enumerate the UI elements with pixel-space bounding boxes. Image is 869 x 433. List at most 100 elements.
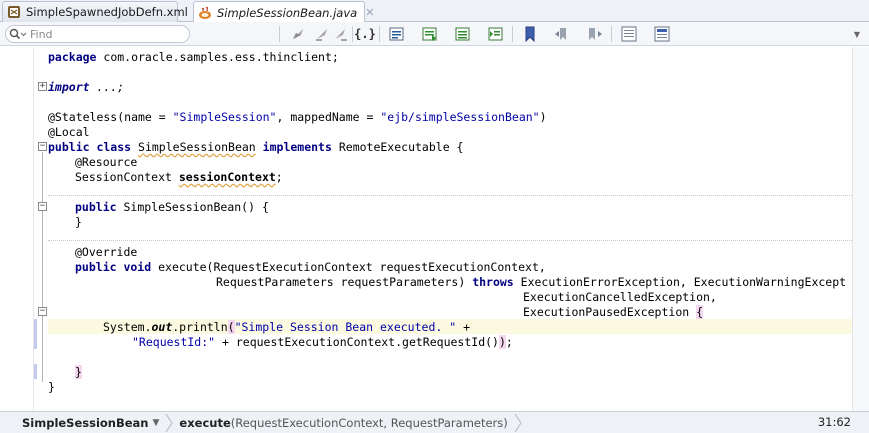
change-marker — [34, 319, 37, 349]
editor-left-margin — [0, 47, 34, 411]
code-line: SessionContext sessionContext; — [75, 170, 283, 185]
code-text: ExecutionCancelledException, — [523, 290, 717, 304]
java-file-icon — [198, 6, 212, 20]
code-text: RemoteExecutable { — [331, 140, 464, 154]
code-text: + — [456, 320, 470, 334]
annotation: @Override — [75, 245, 138, 259]
keyword: public — [75, 200, 117, 214]
code-text: ; — [505, 335, 513, 349]
toggle-line-numbers-icon[interactable] — [619, 25, 639, 43]
keyword: implements — [262, 140, 332, 154]
code-text: } — [48, 380, 55, 394]
add-javadoc-icon[interactable] — [453, 25, 473, 43]
editor-status-bar: SimpleSessionBean ▼ execute (RequestExecu… — [0, 411, 869, 433]
code-line: @Override — [75, 245, 137, 260]
dropdown-arrow-icon[interactable]: ▼ — [850, 25, 864, 43]
code-text: SimpleSessionBean() { — [116, 200, 269, 214]
keyword: public void — [75, 260, 152, 274]
cursor-position: 31:62 — [817, 415, 851, 429]
toggle-comment-icon[interactable] — [387, 25, 407, 43]
search-icon[interactable] — [6, 26, 30, 42]
chevron-down-icon[interactable]: ▼ — [153, 418, 160, 428]
toolbar-separator — [379, 26, 380, 42]
code-text: com.oracle.samples.ess.thinclient; — [96, 50, 339, 64]
editor-toolbar: {.} ▼ — [0, 22, 869, 46]
show-overview-icon[interactable] — [652, 25, 672, 43]
breadcrumb-separator — [165, 413, 175, 432]
code-line: package com.oracle.samples.ess.thinclien… — [48, 50, 339, 65]
xml-file-icon — [7, 5, 21, 19]
next-breakpoint-icon[interactable] — [330, 25, 350, 43]
code-text: ...; — [89, 80, 125, 94]
code-text: , mappedName = — [276, 110, 381, 124]
reformat-code-icon[interactable]: {.} — [354, 25, 376, 43]
matched-brace: } — [75, 365, 82, 379]
indent-icon[interactable] — [486, 25, 506, 43]
previous-breakpoint-icon[interactable] — [312, 25, 332, 43]
toolbar-separator — [512, 26, 513, 42]
tab-simple-session-bean[interactable]: SimpleSessionBean.java ✕ — [193, 1, 374, 23]
close-tab-icon[interactable]: ✕ — [365, 6, 374, 19]
code-line: RequestParameters requestParameters) thr… — [216, 275, 846, 290]
breadcrumb-class[interactable]: SimpleSessionBean ▼ — [18, 414, 165, 432]
code-text: + requestExecutionContext.getRequestId() — [215, 335, 499, 349]
keyword: throws — [472, 275, 514, 289]
toolbar-separator — [611, 26, 612, 42]
toggle-breakpoint-icon[interactable] — [288, 25, 308, 43]
tab-simple-spawned-job-defn[interactable]: SimpleSpawnedJobDefn.xml — [2, 1, 188, 22]
field-name: sessionContext — [178, 170, 276, 184]
tab-label: SimpleSessionBean.java — [217, 5, 358, 20]
code-line: @Stateless(name = "SimpleSession", mappe… — [48, 110, 547, 125]
code-text: SessionContext — [75, 170, 179, 184]
code-text: @Stateless(name = — [48, 110, 173, 124]
change-marker — [34, 364, 37, 379]
code-line: "RequestId:" + requestExecutionContext.g… — [132, 335, 513, 350]
collapse-fold-icon[interactable]: − — [38, 142, 47, 151]
code-line: public class SimpleSessionBean implement… — [48, 140, 463, 155]
string-literal: "SimpleSession" — [172, 110, 277, 124]
keyword: package — [48, 50, 97, 64]
next-bookmark-icon[interactable] — [585, 25, 605, 43]
editor-tab-bar: SimpleSpawnedJobDefn.xml SimpleSessionBe… — [0, 0, 869, 23]
breadcrumb-method[interactable]: execute (RequestExecutionContext, Request… — [175, 414, 513, 432]
code-text: ; — [275, 170, 283, 184]
code-line: @Local — [48, 125, 90, 140]
code-text: } — [75, 215, 82, 229]
collapse-fold-icon[interactable]: − — [38, 307, 47, 316]
previous-bookmark-icon[interactable] — [552, 25, 572, 43]
find-input[interactable] — [30, 27, 180, 41]
toolbar-separator — [279, 26, 280, 42]
keyword: import — [48, 80, 90, 94]
code-text: RequestParameters requestParameters) — [216, 275, 473, 289]
keyword: public class — [48, 140, 132, 154]
expand-fold-icon[interactable]: + — [38, 82, 47, 91]
code-line: ExecutionPausedException { — [523, 305, 704, 320]
code-line: public SimpleSessionBean() { — [75, 200, 269, 215]
code-line: @Resource — [75, 155, 137, 170]
tab-label: SimpleSpawnedJobDefn.xml — [26, 5, 188, 19]
annotation: @Local — [48, 125, 90, 139]
code-text: ExecutionPausedException — [523, 305, 697, 319]
breadcrumb-class-label: SimpleSessionBean — [22, 415, 149, 430]
matched-paren: ( — [227, 320, 235, 334]
code-line: public void execute(RequestExecutionCont… — [75, 260, 546, 275]
code-text: ExecutionErrorException, ExecutionWarnin… — [513, 275, 847, 289]
editor-overview-ruler — [852, 47, 869, 411]
code-line: System.out.println("Simple Session Bean … — [103, 320, 470, 335]
bookmark-icon[interactable] — [520, 25, 540, 43]
code-editor[interactable]: + − − − package com.oracle.samples.ess.t… — [0, 47, 869, 411]
surround-with-icon[interactable] — [420, 25, 440, 43]
code-line: } — [75, 215, 82, 230]
static-field: out — [151, 320, 173, 334]
find-box[interactable] — [5, 25, 190, 43]
string-literal: "Simple Session Bean executed. " — [234, 320, 457, 334]
breadcrumb-method-signature: (RequestExecutionContext, RequestParamet… — [230, 415, 508, 430]
code-text: System. — [103, 320, 152, 334]
code-line: } — [75, 365, 82, 380]
breadcrumb-method-label: execute — [179, 415, 231, 430]
code-text: execute(RequestExecutionContext requestE… — [151, 260, 546, 274]
code-line: import ...; — [48, 80, 124, 95]
collapse-fold-icon[interactable]: − — [38, 202, 47, 211]
matched-paren: ) — [498, 335, 506, 349]
member-separator — [48, 240, 852, 241]
